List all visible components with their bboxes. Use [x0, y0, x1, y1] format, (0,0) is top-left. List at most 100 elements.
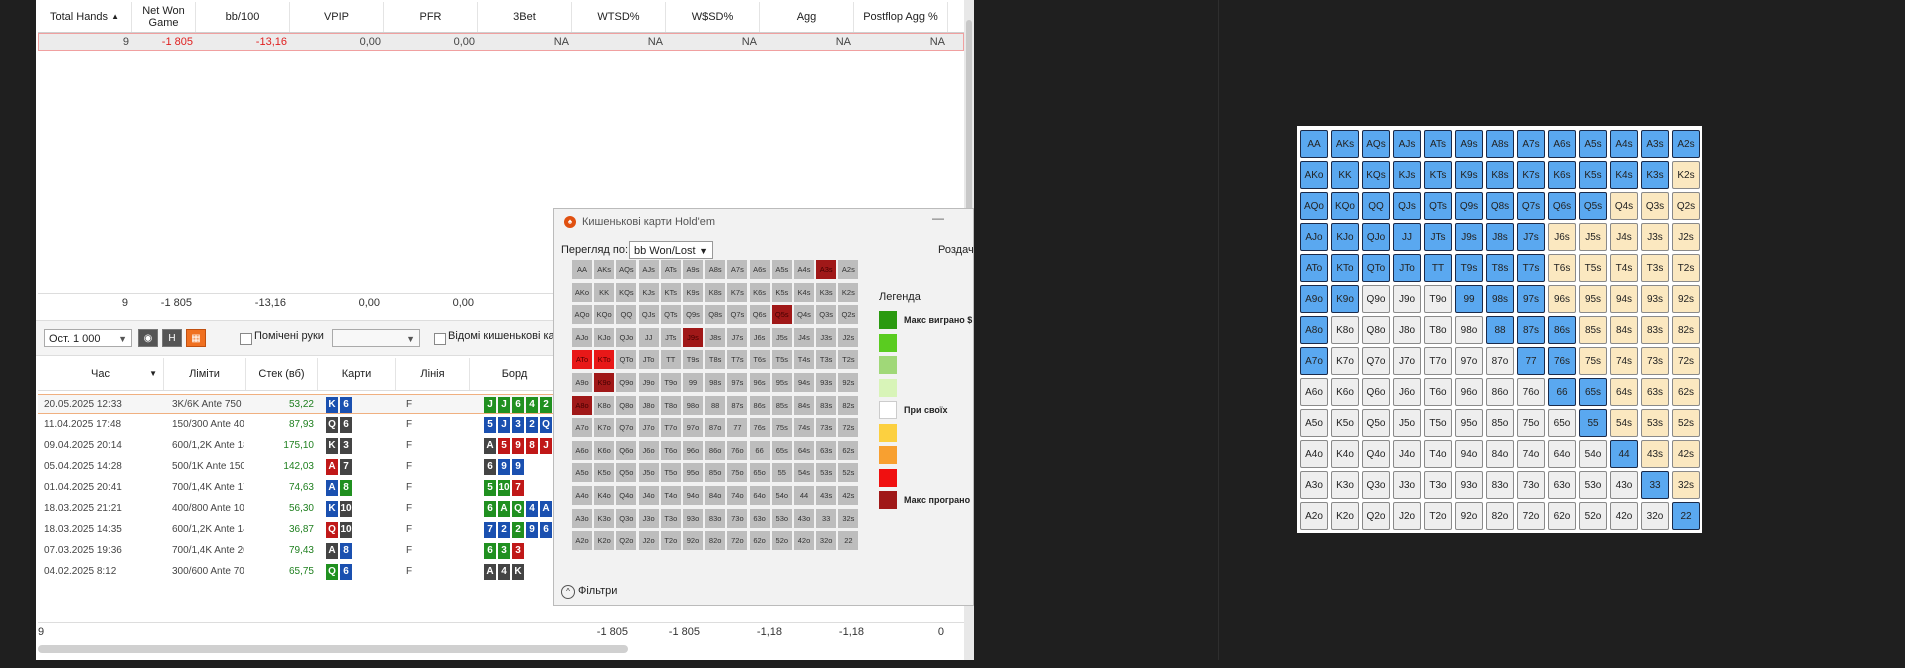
- range-cell[interactable]: J2o: [1393, 502, 1421, 530]
- pocket-cell[interactable]: T2o: [660, 531, 681, 551]
- pocket-cell[interactable]: Q4s: [794, 305, 814, 325]
- range-cell[interactable]: 86s: [1548, 316, 1576, 344]
- pocket-cell[interactable]: 74s: [794, 418, 814, 438]
- pocket-cell[interactable]: A9o: [572, 373, 592, 392]
- col-pfr[interactable]: PFR: [384, 2, 478, 32]
- range-cell[interactable]: J5s: [1579, 223, 1607, 251]
- pocket-cell[interactable]: A6o: [572, 440, 592, 460]
- range-cell[interactable]: T5s: [1579, 254, 1607, 282]
- range-cell[interactable]: Q5o: [1362, 409, 1390, 437]
- range-cell[interactable]: Q4o: [1362, 440, 1390, 468]
- pocket-cell[interactable]: K9o: [594, 373, 615, 392]
- pocket-cell[interactable]: KQs: [616, 282, 637, 302]
- range-cell[interactable]: J7s: [1517, 223, 1545, 251]
- pocket-cell[interactable]: Q8s: [705, 305, 726, 325]
- pocket-cell[interactable]: 98s: [705, 373, 726, 392]
- pocket-cell[interactable]: J3o: [638, 508, 659, 528]
- range-cell[interactable]: 82s: [1672, 316, 1700, 344]
- pocket-cell[interactable]: 76o: [727, 440, 748, 460]
- pocket-cell[interactable]: J7o: [638, 418, 659, 438]
- pocket-cell[interactable]: T4s: [794, 350, 814, 370]
- range-cell[interactable]: 94s: [1610, 285, 1638, 313]
- range-cell[interactable]: AA: [1300, 130, 1328, 158]
- col-postflop-agg[interactable]: Postflop Agg %: [854, 2, 948, 32]
- range-cell[interactable]: KK: [1331, 161, 1359, 189]
- pocket-cell[interactable]: K4s: [794, 282, 814, 302]
- known-cards-checkbox[interactable]: [434, 333, 446, 345]
- range-cell[interactable]: 95o: [1455, 409, 1483, 437]
- range-cell[interactable]: K9s: [1455, 161, 1483, 189]
- pocket-cell[interactable]: Q7o: [616, 418, 637, 438]
- pocket-cell[interactable]: K6o: [594, 440, 615, 460]
- range-cell[interactable]: 42s: [1672, 440, 1700, 468]
- pocket-cell[interactable]: Q6s: [749, 305, 770, 325]
- range-cell[interactable]: KJs: [1393, 161, 1421, 189]
- range-cell[interactable]: A8s: [1486, 130, 1514, 158]
- pocket-cell[interactable]: J7s: [727, 327, 748, 347]
- range-cell[interactable]: A6s: [1548, 130, 1576, 158]
- pocket-cell[interactable]: K9s: [683, 282, 703, 302]
- range-cell[interactable]: 52s: [1672, 409, 1700, 437]
- pocket-cell[interactable]: T7s: [727, 350, 748, 370]
- range-cell[interactable]: Q4s: [1610, 192, 1638, 220]
- range-cell[interactable]: 97s: [1517, 285, 1545, 313]
- range-cell[interactable]: 62o: [1548, 502, 1576, 530]
- range-cell[interactable]: J5o: [1393, 409, 1421, 437]
- stats-row[interactable]: 9 -1 805 -13,16 0,00 0,00 NA NA NA NA NA: [38, 33, 964, 51]
- range-cell[interactable]: 65o: [1548, 409, 1576, 437]
- pocket-cell[interactable]: 95s: [771, 373, 792, 392]
- range-cell[interactable]: J6o: [1393, 378, 1421, 406]
- pocket-cell[interactable]: 66: [749, 440, 770, 460]
- col-wsd[interactable]: W$SD%: [666, 2, 760, 32]
- pocket-cell[interactable]: T7o: [660, 418, 681, 438]
- range-cell[interactable]: ATs: [1424, 130, 1452, 158]
- pocket-cell[interactable]: A6s: [749, 260, 770, 279]
- minimize-icon[interactable]: —: [932, 211, 944, 225]
- range-cell[interactable]: 64s: [1610, 378, 1638, 406]
- pocket-cell[interactable]: AJs: [638, 260, 659, 279]
- pocket-cell[interactable]: 84o: [705, 486, 726, 505]
- pocket-cell[interactable]: QJs: [638, 305, 659, 325]
- range-cell[interactable]: 85s: [1579, 316, 1607, 344]
- pocket-cell[interactable]: ATo: [572, 350, 592, 370]
- pocket-cell[interactable]: 72o: [727, 531, 748, 551]
- range-cell[interactable]: 73o: [1517, 471, 1545, 499]
- pocket-cell[interactable]: 76s: [749, 418, 770, 438]
- pocket-cell[interactable]: 72s: [838, 418, 859, 438]
- range-cell[interactable]: T4o: [1424, 440, 1452, 468]
- range-cell[interactable]: Q9s: [1455, 192, 1483, 220]
- pocket-cell[interactable]: J2s: [838, 327, 859, 347]
- marked-hands-select[interactable]: ▼: [332, 329, 420, 347]
- pocket-cell[interactable]: T5o: [660, 463, 681, 483]
- range-cell[interactable]: 93o: [1455, 471, 1483, 499]
- pocket-cell[interactable]: 97o: [683, 418, 703, 438]
- pocket-cell[interactable]: Q3o: [616, 508, 637, 528]
- range-cell[interactable]: 54o: [1579, 440, 1607, 468]
- range-cell[interactable]: J4s: [1610, 223, 1638, 251]
- range-cell[interactable]: 83s: [1641, 316, 1669, 344]
- range-cell[interactable]: QTo: [1362, 254, 1390, 282]
- pocket-cell[interactable]: 82o: [705, 531, 726, 551]
- pocket-cell[interactable]: 86o: [705, 440, 726, 460]
- col-time[interactable]: Час ▼: [38, 358, 164, 390]
- pocket-cell[interactable]: 92s: [838, 373, 859, 392]
- eye-icon[interactable]: ◉: [138, 329, 158, 347]
- range-cell[interactable]: 86o: [1486, 378, 1514, 406]
- range-cell[interactable]: 54s: [1610, 409, 1638, 437]
- pocket-cell[interactable]: T3s: [816, 350, 837, 370]
- pocket-cell[interactable]: T2s: [838, 350, 859, 370]
- pocket-cell[interactable]: ATs: [660, 260, 681, 279]
- range-cell[interactable]: J8s: [1486, 223, 1514, 251]
- col-limits[interactable]: Ліміти: [164, 358, 246, 390]
- pocket-cell[interactable]: 65o: [749, 463, 770, 483]
- col-3bet[interactable]: 3Bet: [478, 2, 572, 32]
- pocket-cell[interactable]: 77: [727, 418, 748, 438]
- pocket-cell[interactable]: T6s: [749, 350, 770, 370]
- pocket-cell[interactable]: QTo: [616, 350, 637, 370]
- range-cell[interactable]: K6o: [1331, 378, 1359, 406]
- col-total-hands[interactable]: Total Hands ▲: [38, 2, 132, 32]
- pocket-cell[interactable]: 74o: [727, 486, 748, 505]
- pocket-cell[interactable]: A9s: [683, 260, 703, 279]
- range-cell[interactable]: 92s: [1672, 285, 1700, 313]
- pocket-cell[interactable]: A4o: [572, 486, 592, 505]
